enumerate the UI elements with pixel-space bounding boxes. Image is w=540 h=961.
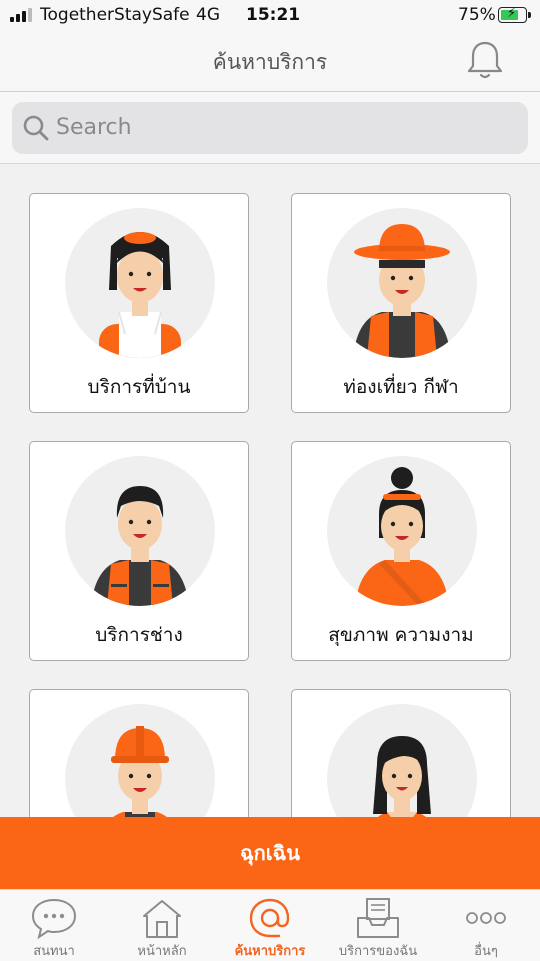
service-label: บริการที่บ้าน xyxy=(87,376,191,398)
service-card-health-beauty[interactable]: สุขภาพ ความงาม xyxy=(291,441,511,661)
tab-label: บริการของฉัน xyxy=(338,944,418,959)
tab-chat[interactable]: สนทนา xyxy=(0,890,108,961)
tab-label: สนทนา xyxy=(33,944,75,959)
carrier-name: TogetherStaySafe xyxy=(40,5,190,25)
tab-label: หน้าหลัก xyxy=(137,944,187,959)
page-title: ค้นหาบริการ xyxy=(212,50,328,74)
service-card-construction[interactable] xyxy=(29,689,249,817)
service-label: สุขภาพ ความงาม xyxy=(328,624,474,646)
health-beauty-avatar xyxy=(327,456,477,606)
battery-cap xyxy=(528,12,531,18)
tab-bar: สนทนา หน้าหลัก ค้นหาบริการ บริการของฉัน … xyxy=(0,889,540,961)
clock: 15:21 xyxy=(246,5,301,25)
signal-icon xyxy=(10,8,34,22)
emergency-button[interactable]: ฉุกเฉิน xyxy=(0,817,540,889)
status-bar: TogetherStaySafe 4G 15:21 75% ⚡ xyxy=(0,0,540,30)
construction-worker-avatar xyxy=(65,704,215,817)
chat-icon xyxy=(31,898,77,940)
service-label: ท่องเที่ยว กีฬา xyxy=(343,376,459,398)
technician-avatar xyxy=(65,456,215,606)
inbox-icon xyxy=(357,898,399,938)
network-type: 4G xyxy=(196,5,220,25)
woman-avatar xyxy=(327,704,477,817)
tab-more[interactable]: อื่นๆ xyxy=(432,890,540,961)
service-card-technician[interactable]: บริการช่าง xyxy=(29,441,249,661)
tab-home[interactable]: หน้าหลัก xyxy=(108,890,216,961)
battery-icon: ⚡ xyxy=(498,6,527,23)
search-input[interactable]: Search xyxy=(12,102,528,154)
service-card-tour-sport[interactable]: ท่องเที่ยว กีฬา xyxy=(291,193,511,413)
service-label: บริการช่าง xyxy=(95,624,183,646)
at-icon xyxy=(249,898,290,938)
housekeeper-avatar xyxy=(65,208,215,358)
header: ค้นหาบริการ xyxy=(0,30,540,92)
bell-icon[interactable] xyxy=(463,38,507,82)
service-card-home[interactable]: บริการที่บ้าน xyxy=(29,193,249,413)
service-grid: บริการที่บ้าน ท่องเที่ยว กีฬา บริการช่าง… xyxy=(0,165,540,817)
tab-my-services[interactable]: บริการของฉัน xyxy=(324,890,432,961)
battery-percentage: 75% xyxy=(458,5,496,25)
search-icon xyxy=(23,115,49,141)
search-placeholder: Search xyxy=(56,115,132,140)
tab-label: อื่นๆ xyxy=(474,944,498,959)
service-card-other[interactable] xyxy=(291,689,511,817)
tab-search-service[interactable]: ค้นหาบริการ xyxy=(216,890,324,961)
tour-guide-avatar xyxy=(327,208,477,358)
tab-label: ค้นหาบริการ xyxy=(234,944,306,959)
home-icon xyxy=(143,900,181,938)
search-bar-container: Search xyxy=(0,92,540,164)
more-icon xyxy=(466,912,506,924)
